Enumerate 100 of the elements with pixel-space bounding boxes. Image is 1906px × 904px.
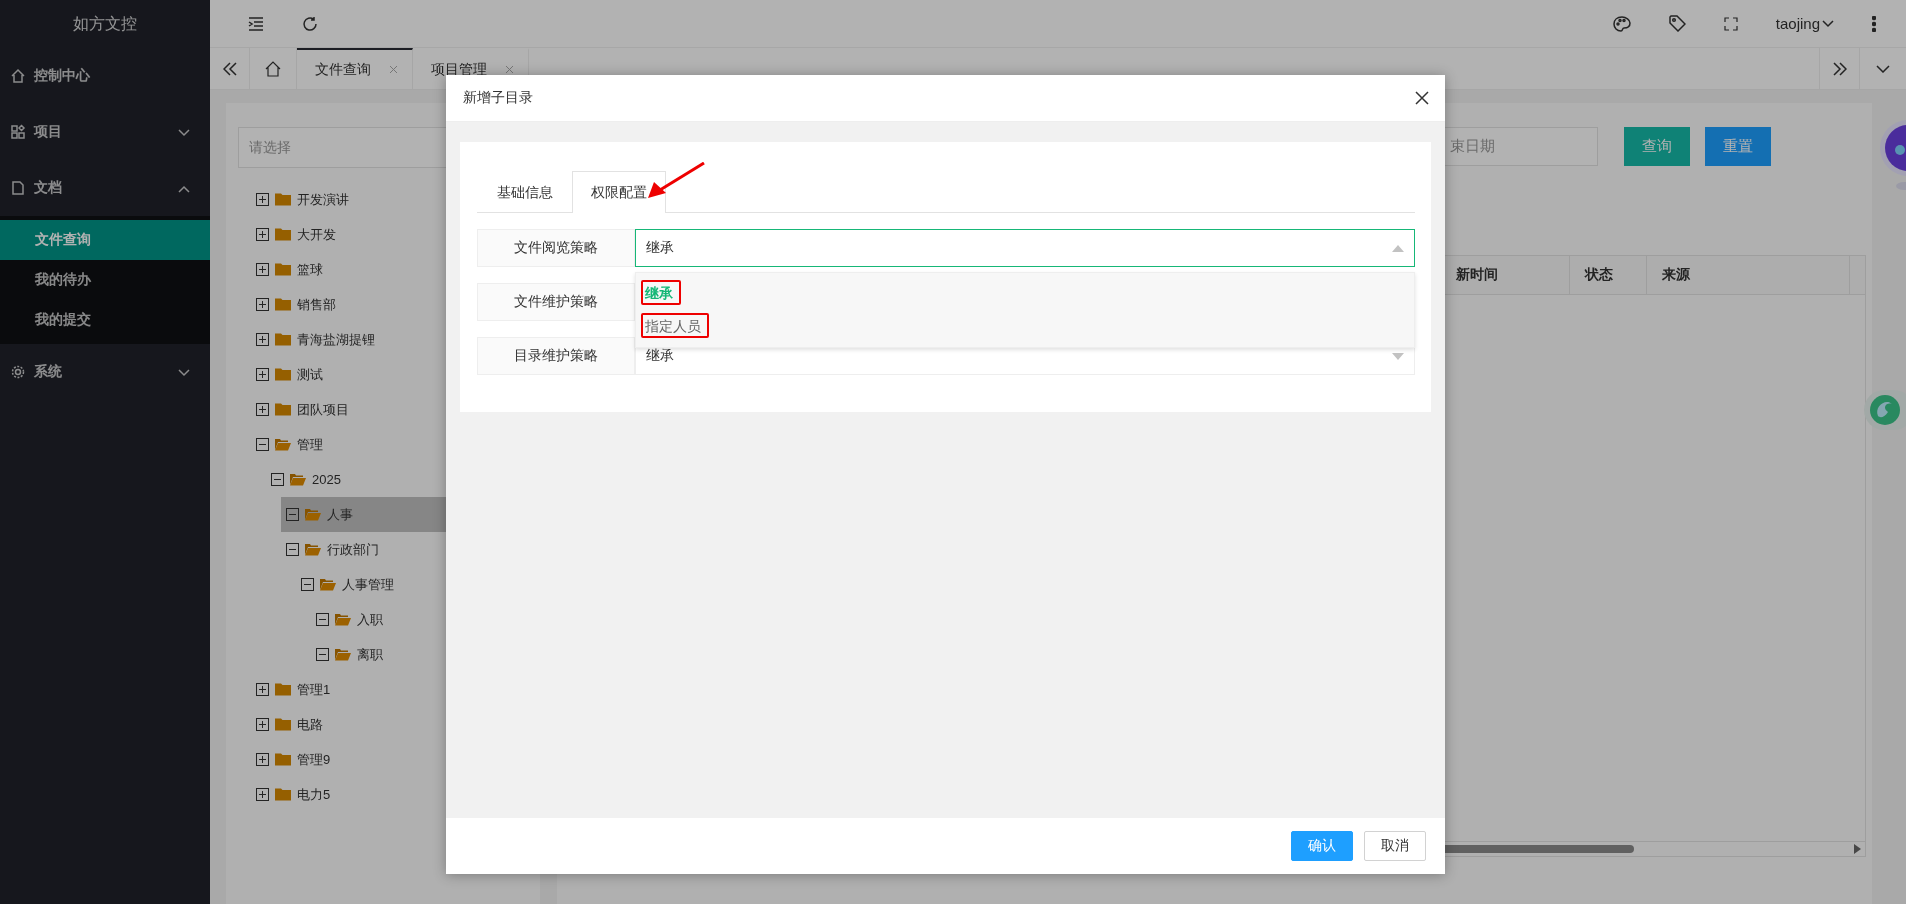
sidebar-item[interactable]: 项目 <box>0 104 210 160</box>
annotation-arrow <box>646 162 706 200</box>
collapse-icon <box>316 613 329 626</box>
chevron-down-icon <box>178 129 190 137</box>
collapse-icon <box>286 508 299 521</box>
caret-up-icon <box>1392 244 1404 252</box>
close-button[interactable] <box>1415 91 1429 105</box>
palette-icon[interactable] <box>1612 15 1631 32</box>
tree-label: 人事管理 <box>342 575 394 594</box>
folder-open-icon <box>290 473 306 486</box>
chevron-up-icon <box>178 185 190 193</box>
collapse-icon <box>271 473 284 486</box>
tree-item[interactable]: 电路 <box>251 707 526 742</box>
tree-label: 篮球 <box>297 260 323 279</box>
tree-label: 电力5 <box>297 785 331 804</box>
folder-icon <box>275 683 291 696</box>
expand-icon <box>256 333 269 346</box>
cancel-button[interactable]: 取消 <box>1364 831 1426 861</box>
column-header: 状态 <box>1569 256 1646 294</box>
field-label: 文件阅览策略 <box>477 229 635 267</box>
sidebar-subitem[interactable]: 我的提交 <box>0 300 210 340</box>
tree-item[interactable]: 行政部门 <box>281 532 526 567</box>
field-label: 目录维护策略 <box>477 337 635 375</box>
chevron-down-icon <box>178 369 190 377</box>
tree-label: 电路 <box>297 715 323 734</box>
tree-label: 团队项目 <box>297 400 349 419</box>
expand-icon <box>256 683 269 696</box>
tree-item[interactable]: 团队项目 <box>251 392 526 427</box>
tree-item[interactable]: 管理 <box>251 427 526 462</box>
dialog-tab[interactable]: 权限配置 <box>572 171 666 213</box>
double-chevron-right-icon <box>1832 61 1847 76</box>
folder-open-icon <box>335 648 351 661</box>
tree-label: 管理 <box>297 435 323 454</box>
select-field[interactable]: 继承 <box>635 229 1415 267</box>
expand-icon <box>256 263 269 276</box>
folder-icon <box>275 368 291 381</box>
gear-icon <box>10 364 26 380</box>
expand-icon <box>256 228 269 241</box>
tree-item[interactable]: 离职 <box>311 637 526 672</box>
sidebar-item[interactable]: 文档 <box>0 160 210 216</box>
tree-label: 青海盐湖提锂 <box>297 330 375 349</box>
folder-icon <box>275 753 291 766</box>
folder-icon <box>275 263 291 276</box>
close-icon <box>505 65 514 74</box>
home-icon <box>10 68 26 84</box>
sidebar-item[interactable]: 控制中心 <box>0 48 210 104</box>
dialog-title: 新增子目录 <box>463 89 533 107</box>
tag-icon[interactable] <box>1668 15 1686 32</box>
tree-label: 人事 <box>327 505 353 524</box>
folder-icon <box>275 333 291 346</box>
folder-icon <box>275 403 291 416</box>
document-icon <box>10 180 26 196</box>
collapse-icon <box>316 648 329 661</box>
sidebar-subitem[interactable]: 我的待办 <box>0 260 210 300</box>
double-chevron-left-icon <box>222 61 237 76</box>
tree-label: 测试 <box>297 365 323 384</box>
expand-icon <box>256 298 269 311</box>
folder-icon <box>275 788 291 801</box>
tree-label: 入职 <box>357 610 383 629</box>
tree-label: 2025 <box>312 472 341 487</box>
expand-icon <box>256 718 269 731</box>
sidebar-item[interactable]: 系统 <box>0 344 210 400</box>
page-tab[interactable]: 文件查询 <box>297 48 413 89</box>
tree-item[interactable]: 电力5 <box>251 777 526 812</box>
chevron-down-icon <box>1876 64 1890 73</box>
refresh-icon[interactable] <box>302 15 318 32</box>
expand-icon <box>256 753 269 766</box>
tree-item[interactable]: 入职 <box>311 602 526 637</box>
folder-open-icon <box>305 543 321 556</box>
tree-label: 离职 <box>357 645 383 664</box>
highlight-box <box>641 313 709 338</box>
grid-icon <box>10 124 26 140</box>
more-icon[interactable] <box>1872 15 1876 32</box>
folder-open-icon <box>275 438 291 451</box>
expand-icon <box>256 403 269 416</box>
scroll-right-icon <box>1853 844 1861 854</box>
folder-icon <box>275 193 291 206</box>
tree-item[interactable]: 人事管理 <box>296 567 526 602</box>
expand-icon <box>256 368 269 381</box>
user-menu[interactable]: taojing <box>1775 15 1834 32</box>
expand-icon <box>256 788 269 801</box>
menu-fold-icon[interactable] <box>248 16 264 31</box>
collapse-icon <box>256 438 269 451</box>
tree-item[interactable]: 管理9 <box>251 742 526 777</box>
field-label: 文件维护策略 <box>477 283 635 321</box>
tree-item[interactable]: 2025 <box>266 462 526 497</box>
fullscreen-icon[interactable] <box>1723 16 1738 31</box>
close-icon <box>389 65 398 74</box>
tree-label: 行政部门 <box>327 540 379 559</box>
app-logo: 如方文控 <box>72 13 138 34</box>
chevron-down-icon <box>1822 19 1834 28</box>
close-icon <box>1415 91 1429 105</box>
tree-item[interactable]: 管理1 <box>251 672 526 707</box>
caret-down-icon <box>1392 352 1404 360</box>
dialog-tab[interactable]: 基础信息 <box>478 171 572 213</box>
folder-open-icon <box>335 613 351 626</box>
column-header: 来源 <box>1646 256 1849 294</box>
tree-label: 销售部 <box>297 295 336 314</box>
home-icon <box>265 60 281 77</box>
collapse-icon <box>301 578 314 591</box>
